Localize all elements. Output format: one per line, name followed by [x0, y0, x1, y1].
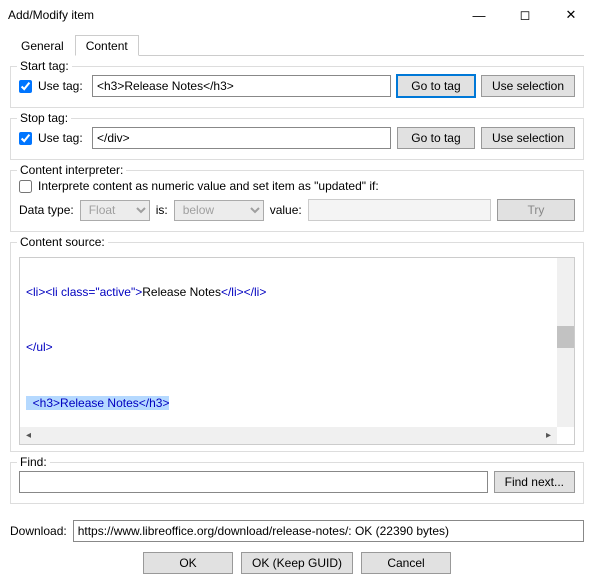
scroll-right-arrow[interactable]: ▸ [540, 427, 557, 444]
ok-button[interactable]: OK [143, 552, 233, 574]
stop-use-selection-button[interactable]: Use selection [481, 127, 575, 149]
stop-go-to-tag-button[interactable]: Go to tag [397, 127, 475, 149]
start-tag-legend: Start tag: [17, 59, 72, 73]
find-group: Find: Find next... [10, 462, 584, 504]
stop-tag-legend: Stop tag: [17, 111, 71, 125]
window-title: Add/Modify item [8, 8, 94, 22]
ok-keep-guid-button[interactable]: OK (Keep GUID) [241, 552, 353, 574]
tab-content[interactable]: Content [75, 35, 139, 56]
value-input[interactable] [308, 199, 491, 221]
download-input[interactable] [73, 520, 584, 542]
interpreter-legend: Content interpreter: [17, 163, 126, 177]
is-select[interactable]: below [174, 200, 264, 221]
close-button[interactable]: ✕ [548, 0, 594, 30]
find-next-button[interactable]: Find next... [494, 471, 575, 493]
tab-strip: General Content [10, 34, 584, 56]
vertical-scrollbar[interactable] [557, 258, 574, 427]
content-source-textarea[interactable]: <li><li class="active">Release Notes</li… [19, 257, 575, 445]
data-type-select[interactable]: Float [80, 200, 150, 221]
stop-use-tag-label: Use tag: [38, 131, 86, 145]
tab-general[interactable]: General [10, 35, 75, 56]
minimize-button[interactable]: ― [456, 0, 502, 30]
data-type-label: Data type: [19, 203, 74, 217]
find-legend: Find: [17, 455, 50, 469]
maximize-button[interactable]: ◻ [502, 0, 548, 30]
scroll-left-arrow[interactable]: ◂ [20, 427, 37, 444]
value-label: value: [270, 203, 302, 217]
interpret-label: Interprete content as numeric value and … [38, 179, 379, 193]
scroll-thumb[interactable] [557, 326, 574, 348]
start-tag-group: Start tag: Use tag: Go to tag Use select… [10, 66, 584, 108]
content-source-group: Content source: <li><li class="active">R… [10, 242, 584, 452]
is-label: is: [156, 203, 168, 217]
cancel-button[interactable]: Cancel [361, 552, 451, 574]
horizontal-scrollbar[interactable]: ◂▸ [20, 427, 557, 444]
download-label: Download: [10, 524, 67, 538]
start-tag-input[interactable] [92, 75, 391, 97]
start-use-tag-checkbox[interactable] [19, 80, 32, 93]
find-input[interactable] [19, 471, 488, 493]
window-controls: ― ◻ ✕ [456, 0, 594, 30]
try-button[interactable]: Try [497, 199, 575, 221]
start-use-tag-label: Use tag: [38, 79, 86, 93]
content-source-legend: Content source: [17, 235, 108, 249]
stop-tag-input[interactable] [92, 127, 391, 149]
start-use-selection-button[interactable]: Use selection [481, 75, 575, 97]
interpreter-group: Content interpreter: Interprete content … [10, 170, 584, 232]
stop-use-tag-checkbox[interactable] [19, 132, 32, 145]
start-go-to-tag-button[interactable]: Go to tag [397, 75, 475, 97]
title-bar: Add/Modify item ― ◻ ✕ [0, 0, 594, 30]
stop-tag-group: Stop tag: Use tag: Go to tag Use selecti… [10, 118, 584, 160]
interpret-checkbox[interactable] [19, 180, 32, 193]
